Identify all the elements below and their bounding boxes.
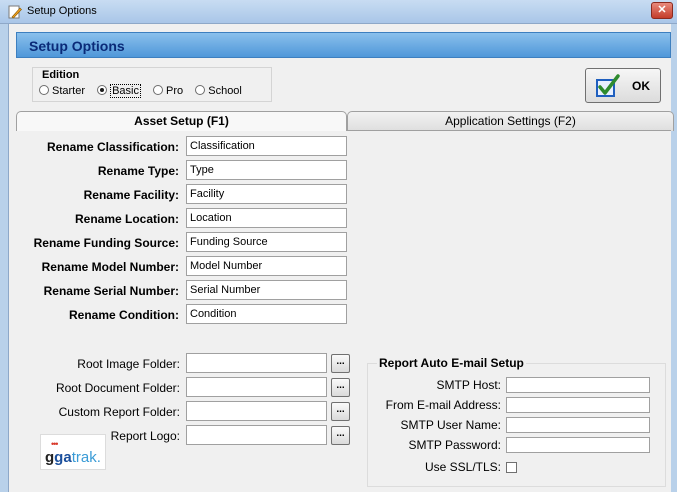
radio-button[interactable]: [39, 85, 49, 95]
radio-button[interactable]: [195, 85, 206, 95]
rename-classification-label: Rename Classification:: [46, 140, 179, 154]
window-frame-left: [0, 24, 9, 492]
title-bar[interactable]: Setup Options ✕: [0, 0, 677, 24]
rename-condition-label: Rename Condition:: [69, 308, 179, 322]
radio-starter[interactable]: Starter: [39, 85, 85, 97]
rename-model-number-input[interactable]: Model Number: [186, 256, 347, 276]
rename-facility-label: Rename Facility:: [83, 188, 179, 202]
rename-location-input[interactable]: Location: [186, 208, 347, 228]
ok-button[interactable]: OK: [585, 68, 661, 103]
rename-serial-number-label: Rename Serial Number:: [43, 284, 179, 298]
rename-funding-source-input[interactable]: Funding Source: [186, 232, 347, 252]
close-icon: ✕: [657, 4, 667, 16]
pencil-icon: [8, 5, 22, 19]
browse-root-image-folder-button[interactable]: ...: [331, 354, 350, 373]
window-content: Setup Options Edition Starter Basic Pro …: [10, 24, 674, 492]
radio-button[interactable]: [97, 85, 108, 95]
rename-facility-input[interactable]: Facility: [186, 184, 347, 204]
edition-legend: Edition: [42, 69, 80, 81]
browse-custom-report-folder-button[interactable]: ...: [331, 402, 350, 421]
radio-label: Starter: [52, 85, 86, 97]
setup-options-window: Setup Options ✕ Setup Options Edition St…: [0, 0, 677, 492]
from-email-label: From E-mail Address:: [385, 398, 501, 412]
gigatrak-logo: ggatrak.: [45, 449, 101, 466]
radio-label: School: [208, 85, 242, 97]
smtp-password-input[interactable]: [506, 437, 650, 453]
tab-application-settings[interactable]: Application Settings (F2): [347, 111, 674, 131]
header-bar: Setup Options: [16, 32, 671, 58]
checkmark-icon: [596, 74, 620, 97]
browse-report-logo-button[interactable]: ...: [331, 426, 350, 445]
radio-basic[interactable]: Basic: [97, 84, 141, 98]
root-image-folder-label: Root Image Folder:: [77, 357, 180, 371]
smtp-host-input[interactable]: [506, 377, 650, 393]
rename-type-input[interactable]: Type: [186, 160, 347, 180]
root-document-folder-input[interactable]: [186, 377, 327, 397]
custom-report-folder-input[interactable]: [186, 401, 327, 421]
radio-pro[interactable]: Pro: [153, 85, 183, 97]
tab-asset-setup[interactable]: Asset Setup (F1): [16, 111, 347, 131]
radio-school[interactable]: School: [195, 85, 242, 97]
report-logo-preview: ••• ggatrak.: [40, 434, 106, 470]
edition-group: Edition Starter Basic Pro School: [32, 67, 272, 102]
rename-condition-input[interactable]: Condition: [186, 304, 347, 324]
report-logo-input[interactable]: [186, 425, 327, 445]
smtp-password-label: SMTP Password:: [408, 438, 501, 452]
asset-setup-panel: Rename Classification: Classification Re…: [16, 130, 671, 492]
logo-dots: •••: [51, 439, 59, 449]
root-document-folder-label: Root Document Folder:: [55, 381, 180, 395]
browse-root-document-folder-button[interactable]: ...: [331, 378, 350, 397]
email-setup-legend: Report Auto E-mail Setup: [377, 356, 526, 370]
edition-radio-row: Starter Basic Pro School: [39, 84, 251, 99]
page-title: Setup Options: [29, 38, 125, 54]
smtp-user-name-label: SMTP User Name:: [400, 418, 501, 432]
use-ssl-tls-checkbox[interactable]: [506, 462, 517, 473]
rename-classification-input[interactable]: Classification: [186, 136, 347, 156]
rename-type-label: Rename Type:: [97, 164, 179, 178]
use-ssl-tls-label: Use SSL/TLS:: [424, 460, 501, 474]
rename-funding-source-label: Rename Funding Source:: [33, 236, 179, 250]
window-title: Setup Options: [27, 5, 97, 17]
radio-label: Basic: [110, 84, 141, 98]
rename-model-number-label: Rename Model Number:: [41, 260, 179, 274]
close-button[interactable]: ✕: [651, 2, 673, 19]
ok-label: OK: [632, 79, 650, 93]
smtp-host-label: SMTP Host:: [436, 378, 501, 392]
radio-button[interactable]: [153, 85, 164, 95]
window-frame-right: [671, 24, 677, 492]
root-image-folder-input[interactable]: [186, 353, 327, 373]
rename-serial-number-input[interactable]: Serial Number: [186, 280, 347, 300]
custom-report-folder-label: Custom Report Folder:: [58, 405, 180, 419]
from-email-input[interactable]: [506, 397, 650, 413]
radio-label: Pro: [166, 85, 184, 97]
report-email-setup-group: Report Auto E-mail Setup SMTP Host: From…: [367, 356, 666, 487]
smtp-user-name-input[interactable]: [506, 417, 650, 433]
rename-location-label: Rename Location:: [74, 212, 179, 226]
